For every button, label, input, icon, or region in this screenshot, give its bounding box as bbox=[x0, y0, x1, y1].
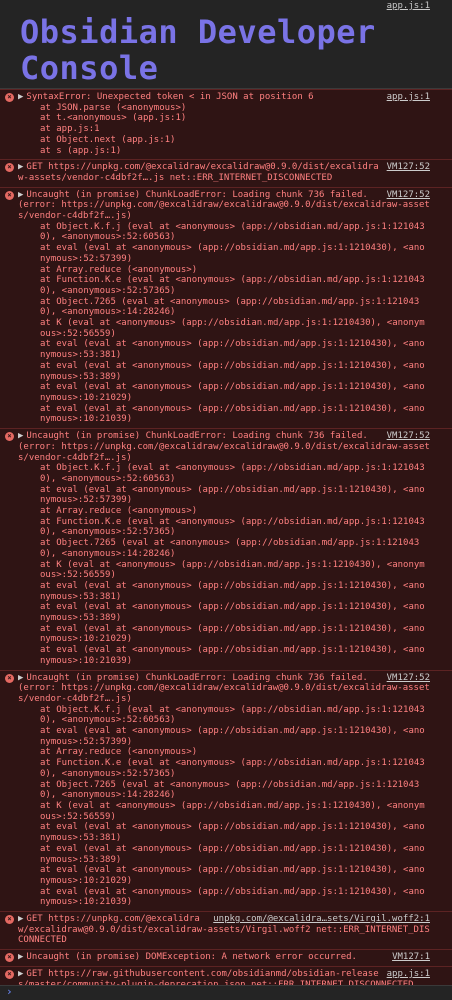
stack-frame: at eval (eval at <anonymous> (app://obsi… bbox=[40, 602, 425, 624]
stack-frame: at eval (eval at <anonymous> (app://obsi… bbox=[40, 645, 425, 666]
stack-frame: at Array.reduce (<anonymous>) bbox=[40, 264, 198, 275]
console-error-entry: × VM127:52 ▶ Uncaught (in promise) ChunkLoa… bbox=[0, 670, 452, 913]
stack-frame: at eval (eval at <anonymous> (app://obsi… bbox=[40, 886, 425, 908]
stack-frame: at Object.7265 (eval at <anonymous> (app… bbox=[40, 296, 420, 318]
expand-triangle-icon[interactable]: ▶ bbox=[18, 952, 23, 962]
source-link[interactable]: VM127:52 bbox=[387, 190, 430, 201]
console-header: Obsidian Developer Console app.js:1 bbox=[0, 0, 452, 89]
stack-frame: at Function.K.e (eval at <anonymous> (ap… bbox=[40, 275, 425, 296]
stack-frame: at eval (eval at <anonymous> (app://obsi… bbox=[40, 403, 425, 425]
error-message-text: SyntaxError: Unexpected token < in JSON … bbox=[26, 92, 314, 102]
source-link[interactable]: VM127:52 bbox=[387, 431, 430, 442]
source-link[interactable]: app.js:1 bbox=[387, 1, 430, 12]
source-link[interactable]: app.js:1 bbox=[387, 92, 430, 103]
stack-frame: at Object.7265 (eval at <anonymous> (app… bbox=[40, 538, 420, 559]
error-detail: (error: https://unpkg.com/@excalidraw/ex… bbox=[18, 200, 430, 222]
stack-frame: at Object.K.f.j (eval at <anonymous> (ap… bbox=[40, 221, 425, 243]
error-icon: × bbox=[5, 93, 14, 102]
stack-frame: at Array.reduce (<anonymous>) bbox=[40, 747, 198, 758]
error-message[interactable]: ▶ GET https://unpkg.com/@excalidraw/excal… bbox=[18, 162, 430, 183]
stack-frame: at eval (eval at <anonymous> (app://obsi… bbox=[40, 865, 425, 886]
stack-frame: at t.<anonymous> (app.js:1) bbox=[40, 113, 187, 124]
error-icon: × bbox=[5, 190, 14, 200]
stack-frame: at app.js:1 bbox=[40, 124, 100, 135]
stack-frame: at Object.K.f.j (eval at <anonymous> (ap… bbox=[40, 704, 425, 726]
stack-frame: at Function.K.e (eval at <anonymous> (ap… bbox=[40, 758, 425, 779]
stack-frame: at eval (eval at <anonymous> (app://obsi… bbox=[40, 382, 425, 403]
stack-frame: at s (app.js:1) bbox=[40, 145, 122, 156]
expand-triangle-icon[interactable]: ▶ bbox=[18, 92, 23, 102]
error-message[interactable]: ▶ Uncaught (in promise) ChunkLoadError: L… bbox=[18, 431, 430, 442]
stack-frame: at eval (eval at <anonymous> (app://obsi… bbox=[40, 484, 425, 506]
error-icon: × bbox=[5, 673, 14, 683]
error-message[interactable]: ▶ Uncaught (in promise) ChunkLoadError: L… bbox=[18, 190, 430, 201]
stack-frame: at eval (eval at <anonymous> (app://obsi… bbox=[40, 580, 425, 602]
expand-triangle-icon[interactable]: ▶ bbox=[18, 673, 23, 683]
stack-frame: at K (eval at <anonymous> (app://obsidia… bbox=[40, 318, 425, 339]
error-icon: × bbox=[5, 163, 14, 173]
stack-frame: at Function.K.e (eval at <anonymous> (ap… bbox=[40, 516, 425, 538]
source-link[interactable]: VM127:1 bbox=[392, 952, 430, 963]
stack-frame: at K (eval at <anonymous> (app://obsidia… bbox=[40, 559, 425, 581]
console-error-entry: × VM127:52 ▶ Uncaught (in promise) ChunkLoa… bbox=[0, 187, 452, 430]
console-error-entry: × VM127:52 ▶ GET https://unpkg.com/@excalid… bbox=[0, 160, 452, 188]
error-detail: (error: https://unpkg.com/@excalidraw/ex… bbox=[18, 683, 430, 704]
error-message-text: GET https://unpkg.com/@excalidraw/excali… bbox=[18, 162, 379, 183]
stack-frame: at eval (eval at <anonymous> (app://obsi… bbox=[40, 360, 425, 382]
stack-frame: at eval (eval at <anonymous> (app://obsi… bbox=[40, 339, 425, 361]
stack-frame: at JSON.parse (<anonymous>) bbox=[40, 102, 187, 113]
error-message-text: Uncaught (in promise) ChunkLoadError: Lo… bbox=[26, 189, 368, 200]
source-link[interactable]: VM127:52 bbox=[387, 162, 430, 173]
prompt-chevron-icon: › bbox=[6, 985, 13, 998]
error-icon: × bbox=[5, 915, 14, 925]
console-error-entry: × VM127:52 ▶ Uncaught (in promise) ChunkLoa… bbox=[0, 429, 452, 671]
stack-frame: at eval (eval at <anonymous> (app://obsi… bbox=[40, 726, 425, 747]
console-error-entry: × VM127:1 ▶ Uncaught (in promise) DOMExcept… bbox=[0, 950, 452, 967]
error-message[interactable]: ▶ Uncaught (in promise) ChunkLoadError: L… bbox=[18, 673, 430, 684]
stack-frame: at eval (eval at <anonymous> (app://obsi… bbox=[40, 623, 425, 645]
stack-frame: at Object.7265 (eval at <anonymous> (app… bbox=[40, 779, 420, 801]
source-link[interactable]: VM127:52 bbox=[387, 673, 430, 684]
error-icon: × bbox=[5, 953, 14, 963]
error-message-text: Uncaught (in promise) ChunkLoadError: Lo… bbox=[26, 431, 368, 442]
error-message[interactable]: ▶ Uncaught (in promise) DOMException: A n… bbox=[18, 952, 430, 963]
expand-triangle-icon[interactable]: ▶ bbox=[18, 431, 23, 441]
page-title: Obsidian Developer Console bbox=[20, 13, 376, 87]
expand-triangle-icon[interactable]: ▶ bbox=[18, 969, 23, 979]
console-error-entry: × app.js:1 ▶ SyntaxError: Unexpected token … bbox=[0, 89, 452, 161]
stack-frame: at K (eval at <anonymous> (app://obsidia… bbox=[40, 801, 425, 822]
error-message-text: Uncaught (in promise) ChunkLoadError: Lo… bbox=[26, 672, 368, 683]
source-link[interactable]: unpkg.com/@excalidra…sets/Virgil.woff2:1 bbox=[213, 914, 430, 925]
stack-frame: at eval (eval at <anonymous> (app://obsi… bbox=[40, 822, 425, 844]
error-detail: (error: https://unpkg.com/@excalidraw/ex… bbox=[18, 441, 430, 463]
error-message-text: Uncaught (in promise) DOMException: A ne… bbox=[26, 952, 357, 963]
source-link[interactable]: app.js:1 bbox=[387, 969, 430, 980]
stack-frame: at eval (eval at <anonymous> (app://obsi… bbox=[40, 243, 425, 264]
error-icon: × bbox=[5, 969, 14, 979]
console-error-entry: × unpkg.com/@excalidra…sets/Virgil.woff2:… bbox=[0, 912, 452, 951]
error-icon: × bbox=[5, 432, 14, 442]
console-log: × app.js:1 ▶ SyntaxError: Unexpected token … bbox=[0, 89, 452, 995]
stack-frame: at Object.next (app.js:1) bbox=[40, 134, 176, 145]
stack-frame: at Array.reduce (<anonymous>) bbox=[40, 506, 198, 517]
expand-triangle-icon[interactable]: ▶ bbox=[18, 162, 23, 172]
error-message[interactable]: ▶ SyntaxError: Unexpected token < in JSON… bbox=[18, 92, 430, 103]
console-input-bar[interactable]: › bbox=[0, 985, 452, 1000]
stack-frame: at eval (eval at <anonymous> (app://obsi… bbox=[40, 843, 425, 865]
expand-triangle-icon[interactable]: ▶ bbox=[18, 190, 23, 200]
expand-triangle-icon[interactable]: ▶ bbox=[18, 914, 23, 924]
stack-frame: at Object.K.f.j (eval at <anonymous> (ap… bbox=[40, 463, 425, 484]
